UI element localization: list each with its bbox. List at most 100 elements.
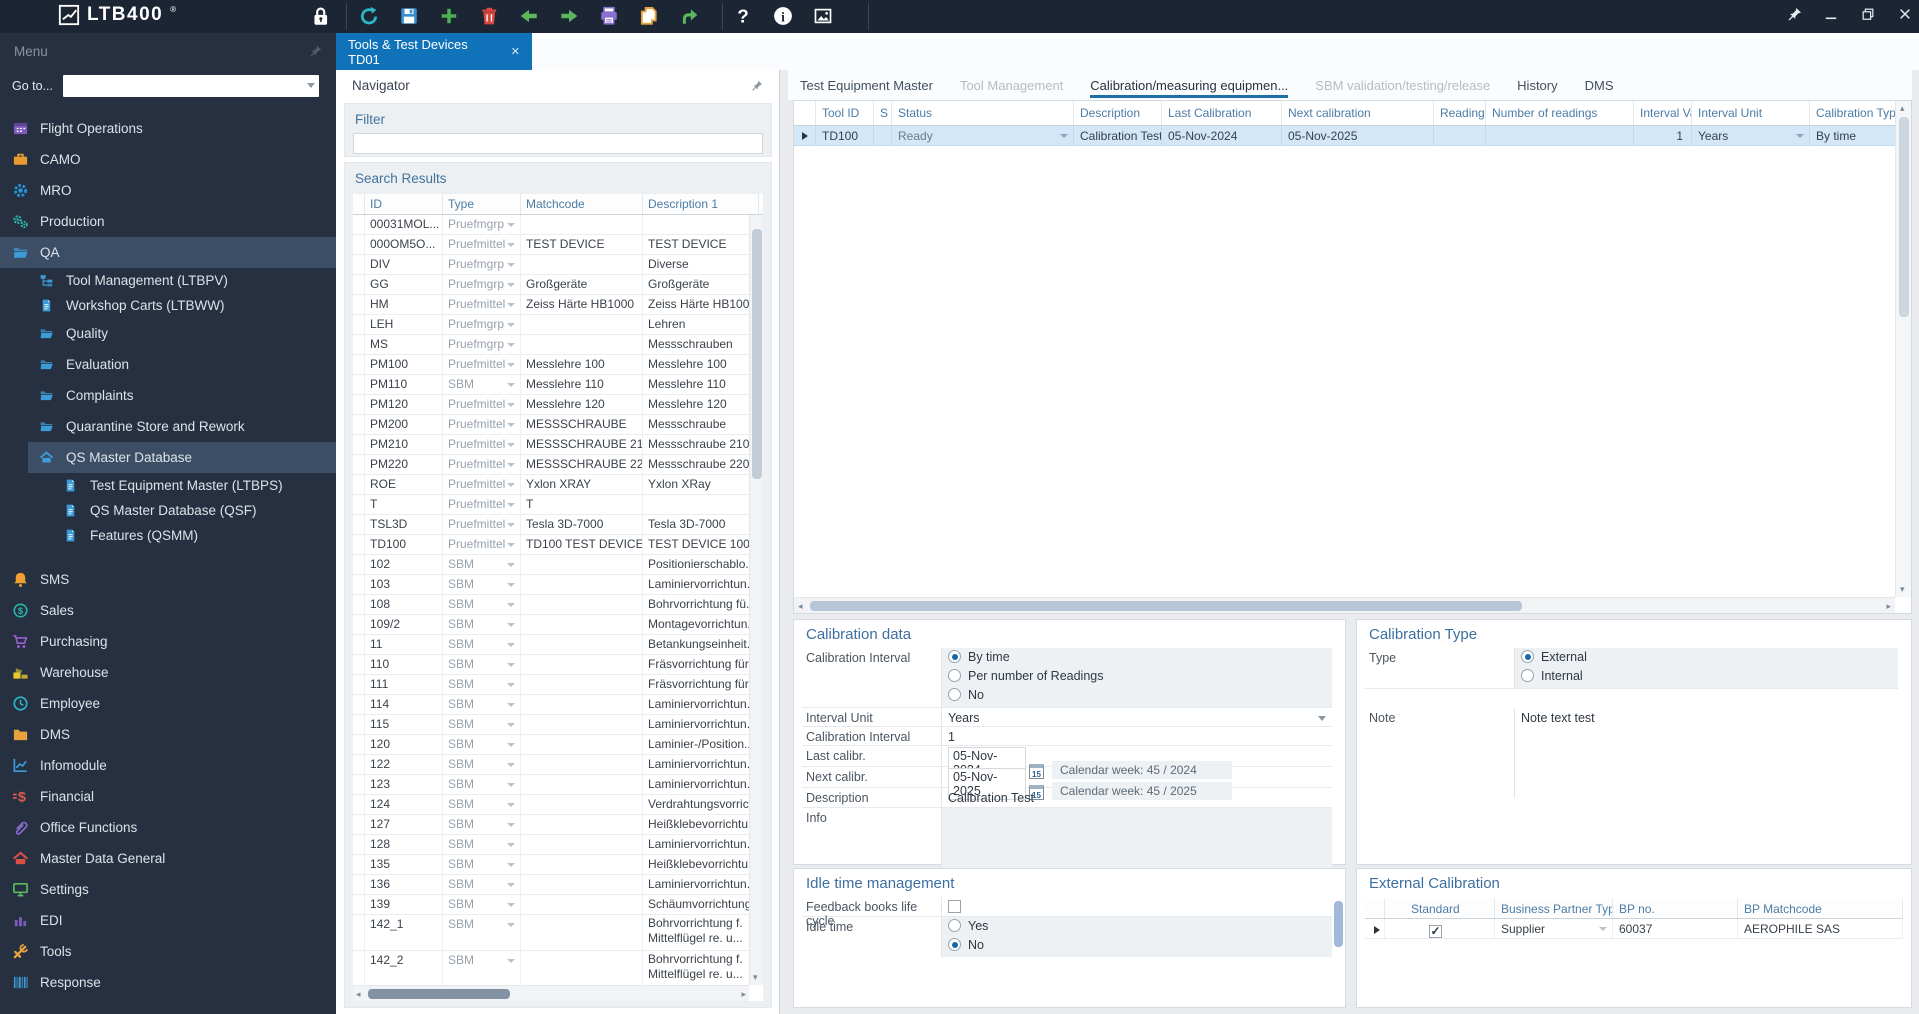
- search-result-row[interactable]: 123 SBM Laminiervorrichtun...: [353, 775, 749, 795]
- chevron-down-icon[interactable]: [307, 83, 315, 88]
- chevron-down-icon[interactable]: [1060, 134, 1068, 138]
- search-result-row[interactable]: T Pruefmittel T: [353, 495, 749, 515]
- search-result-row[interactable]: DIV Pruefmgrp Diverse: [353, 255, 749, 275]
- radio-by-time[interactable]: By time: [948, 650, 1328, 669]
- sidebar-item-employee[interactable]: Employee: [0, 688, 336, 719]
- chevron-down-icon[interactable]: [507, 503, 515, 507]
- search-result-row[interactable]: TD100 Pruefmittel TD100 TEST DEVICE... TEST…: [353, 535, 749, 555]
- chevron-down-icon[interactable]: [507, 263, 515, 267]
- chevron-down-icon[interactable]: [507, 323, 515, 327]
- search-result-row[interactable]: ROE Pruefmittel Yxlon XRAY Yxlon XRay: [353, 475, 749, 495]
- chevron-down-icon[interactable]: [507, 243, 515, 247]
- search-result-row[interactable]: 11 SBM Betankungseinheit...: [353, 635, 749, 655]
- sidebar-item-master-data-general[interactable]: Master Data General: [0, 843, 336, 874]
- search-result-row[interactable]: 114 SBM Laminiervorrichtun...: [353, 695, 749, 715]
- column-header[interactable]: Type: [443, 194, 521, 214]
- chevron-down-icon[interactable]: [507, 683, 515, 687]
- row-indicator-column[interactable]: [794, 101, 816, 125]
- chevron-down-icon[interactable]: [507, 883, 515, 887]
- search-result-row[interactable]: 139SBM Schäumvorrichtung...: [353, 895, 749, 915]
- tab-calibration-measuring-equipmen[interactable]: Calibration/measuring equipmen...: [1090, 70, 1289, 100]
- sidebar-item-qs-master-database-qsf[interactable]: QS Master Database (QSF): [0, 498, 336, 523]
- chevron-down-icon[interactable]: [1796, 134, 1804, 138]
- chevron-down-icon[interactable]: [507, 823, 515, 827]
- grid-column-header[interactable]: Description: [1074, 101, 1162, 125]
- search-result-row[interactable]: 120 SBM Laminier-/Position...: [353, 735, 749, 755]
- chevron-down-icon[interactable]: [507, 583, 515, 587]
- search-result-row[interactable]: 142_2 SBM Bohrvorrichtung f. Mittelflügel …: [353, 951, 749, 985]
- image-icon[interactable]: [812, 5, 834, 27]
- sidebar-item-qa[interactable]: QA: [0, 237, 336, 268]
- sidebar-item-evaluation[interactable]: Evaluation: [0, 349, 336, 380]
- document-tab[interactable]: Tools & Test Devices TD01 ✕: [336, 33, 532, 70]
- chevron-down-icon[interactable]: [507, 903, 515, 907]
- help-icon[interactable]: ?: [732, 5, 754, 27]
- chevron-down-icon[interactable]: [507, 303, 515, 307]
- radio-icon[interactable]: [948, 669, 961, 682]
- navigator-pin-icon[interactable]: [751, 80, 763, 92]
- chevron-down-icon[interactable]: [507, 443, 515, 447]
- search-result-row[interactable]: 111 SBM Fräsvorrichtung für...: [353, 675, 749, 695]
- search-result-row[interactable]: PM120 Pruefmittel Messlehre 120 Messlehre 1…: [353, 395, 749, 415]
- search-result-row[interactable]: GG Pruefmgrp Großgeräte Großgeräte: [353, 275, 749, 295]
- radio-per-readings[interactable]: Per number of Readings: [948, 669, 1328, 688]
- chevron-down-icon[interactable]: [507, 643, 515, 647]
- tab-dms[interactable]: DMS: [1585, 70, 1614, 100]
- minimize-icon[interactable]: [1823, 6, 1839, 22]
- column-header[interactable]: Description 1: [643, 194, 759, 214]
- external-column-header[interactable]: BP Matchcode: [1738, 899, 1903, 918]
- chevron-down-icon[interactable]: [507, 763, 515, 767]
- sidebar-item-tool-management-ltbpv[interactable]: Tool Management (LTBPV): [0, 268, 336, 293]
- sidebar-item-warehouse[interactable]: Warehouse: [0, 657, 336, 688]
- note-field[interactable]: Note text test: [1515, 708, 1898, 798]
- grid-column-header[interactable]: Interval Value: [1634, 101, 1692, 125]
- tab-history[interactable]: History: [1517, 70, 1557, 100]
- radio-icon[interactable]: [948, 650, 961, 663]
- chevron-down-icon[interactable]: [507, 723, 515, 727]
- radio-no[interactable]: No: [948, 688, 1328, 707]
- calibration-interval-value-field[interactable]: 1: [942, 727, 1332, 745]
- scroll-up-icon[interactable]: ▴: [1900, 103, 1905, 114]
- column-header[interactable]: ID: [365, 194, 443, 214]
- search-result-row[interactable]: 103 SBM Laminiervorrichtun...: [353, 575, 749, 595]
- search-result-row[interactable]: PM110 SBM Messlehre 110 Messlehre 110: [353, 375, 749, 395]
- row-indicator-column[interactable]: [1365, 899, 1385, 918]
- sidebar-item-workshop-carts-ltbww[interactable]: Workshop Carts (LTBWW): [0, 293, 336, 318]
- feedback-checkbox[interactable]: [948, 900, 961, 913]
- chevron-down-icon[interactable]: [507, 803, 515, 807]
- results-horizontal-scrollbar[interactable]: ◂ ▸: [353, 985, 749, 1001]
- search-result-row[interactable]: PM210 Pruefmittel MESSSCHRAUBE 210 Messschr…: [353, 435, 749, 455]
- copy-icon[interactable]: [638, 5, 660, 27]
- chevron-down-icon[interactable]: [507, 483, 515, 487]
- tab-tool-management[interactable]: Tool Management: [960, 70, 1063, 100]
- navigate-forward-icon[interactable]: [558, 5, 580, 27]
- chevron-down-icon[interactable]: [507, 623, 515, 627]
- chevron-down-icon[interactable]: [507, 843, 515, 847]
- info-field[interactable]: [942, 808, 1332, 874]
- grid-column-header[interactable]: Number of readings: [1486, 101, 1634, 125]
- sidebar-item-camo[interactable]: CAMO: [0, 144, 336, 175]
- grid-vertical-scrollbar[interactable]: ▴ ▾: [1895, 101, 1911, 597]
- scrollbar-thumb[interactable]: [368, 989, 510, 999]
- sidebar-item-settings[interactable]: Settings: [0, 874, 336, 905]
- search-result-row[interactable]: 00031MOL... Pruefmgrp: [353, 215, 749, 235]
- sidebar-item-mro[interactable]: MRO: [0, 175, 336, 206]
- external-table-row[interactable]: ✓ Supplier 60037 AEROPHILE SAS: [1365, 919, 1903, 939]
- sidebar-item-infomodule[interactable]: Infomodule: [0, 750, 336, 781]
- chevron-down-icon[interactable]: [507, 523, 515, 527]
- grid-column-header[interactable]: Interval Unit: [1692, 101, 1810, 125]
- search-result-row[interactable]: 135 SBM Heißklebevorrichtu...: [353, 855, 749, 875]
- interval-unit-field[interactable]: Years: [942, 708, 1332, 726]
- search-result-row[interactable]: 109/2 SBM Montagevorrichtun...: [353, 615, 749, 635]
- external-column-header[interactable]: BP no.: [1613, 899, 1738, 918]
- scroll-right-icon[interactable]: ▸: [1886, 601, 1891, 612]
- grid-horizontal-scrollbar[interactable]: ◂ ▸: [794, 597, 1895, 613]
- grid-column-header[interactable]: Status: [892, 101, 1074, 125]
- radio-icon[interactable]: [948, 688, 961, 701]
- standard-checkbox[interactable]: ✓: [1429, 925, 1442, 938]
- sidebar-item-financial[interactable]: $ Financial: [0, 781, 336, 812]
- scrollbar-thumb[interactable]: [810, 601, 1522, 611]
- chevron-down-icon[interactable]: [507, 703, 515, 707]
- tab-test-equipment-master[interactable]: Test Equipment Master: [800, 70, 933, 100]
- sidebar-item-flight-operations[interactable]: Flight Operations: [0, 113, 336, 144]
